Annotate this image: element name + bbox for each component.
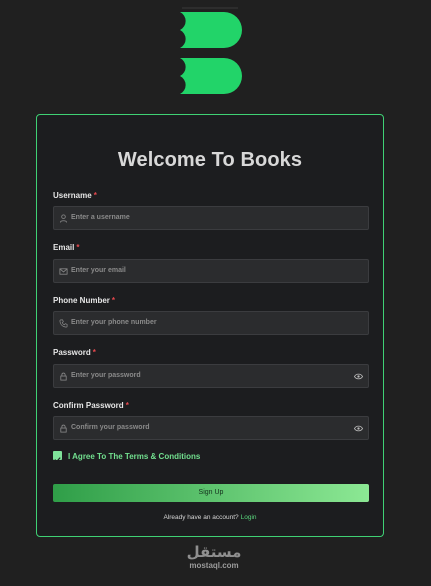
required-mark: * (125, 401, 129, 410)
watermark-latin: mostaql.com (189, 561, 239, 570)
user-icon (59, 214, 68, 223)
email-placeholder: Enter your email (71, 267, 126, 274)
signup-card: Welcome To Books Username * Enter a usern… (36, 114, 384, 537)
username-field[interactable]: Enter a username (53, 206, 369, 230)
password-label-text: Password (53, 348, 91, 357)
checkmark-icon (54, 457, 61, 463)
lock-icon (60, 372, 67, 381)
confirm-password-label: Confirm Password * (53, 401, 129, 410)
signup-page: Welcome To Books Username * Enter a usern… (0, 0, 431, 586)
required-mark: * (93, 191, 97, 200)
phone-label-text: Phone Number (53, 296, 110, 305)
phone-placeholder: Enter your phone number (71, 319, 157, 326)
form-title: Welcome To Books (117, 149, 303, 171)
login-link[interactable]: Login (241, 514, 257, 521)
username-label-text: Username (53, 191, 92, 200)
password-label: Password * (53, 348, 96, 357)
email-field[interactable]: Enter your email (53, 259, 369, 283)
username-label: Username * (53, 191, 97, 200)
required-mark: * (92, 348, 96, 357)
required-mark: * (76, 243, 80, 252)
phone-icon (59, 319, 68, 328)
password-field[interactable]: Enter your password (53, 364, 369, 388)
email-label-text: Email (53, 243, 75, 252)
mail-icon (59, 268, 68, 275)
lock-icon (60, 424, 67, 433)
watermark-arabic: مستقل (186, 544, 242, 561)
phone-field[interactable]: Enter your phone number (53, 311, 369, 335)
phone-label: Phone Number * (53, 296, 115, 305)
mostaql-watermark: مستقل mostaql.com (182, 545, 246, 575)
sign-up-button[interactable]: Sign Up (53, 484, 369, 502)
password-placeholder: Enter your password (71, 372, 141, 379)
login-prompt: Already have an account? Login (37, 514, 383, 521)
confirm-password-label-text: Confirm Password (53, 401, 124, 410)
books-logo-icon (180, 7, 242, 94)
terms-label: I Agree To The Terms & Conditions (68, 452, 201, 461)
confirm-password-field[interactable]: Confirm your password (53, 416, 369, 440)
username-placeholder: Enter a username (71, 214, 130, 221)
login-prompt-text: Already have an account? (163, 514, 239, 521)
eye-icon[interactable] (354, 373, 363, 380)
email-label: Email * (53, 243, 79, 252)
required-mark: * (111, 296, 116, 305)
terms-checkbox[interactable] (53, 451, 62, 463)
confirm-password-placeholder: Confirm your password (71, 424, 150, 431)
eye-icon[interactable] (354, 425, 363, 432)
